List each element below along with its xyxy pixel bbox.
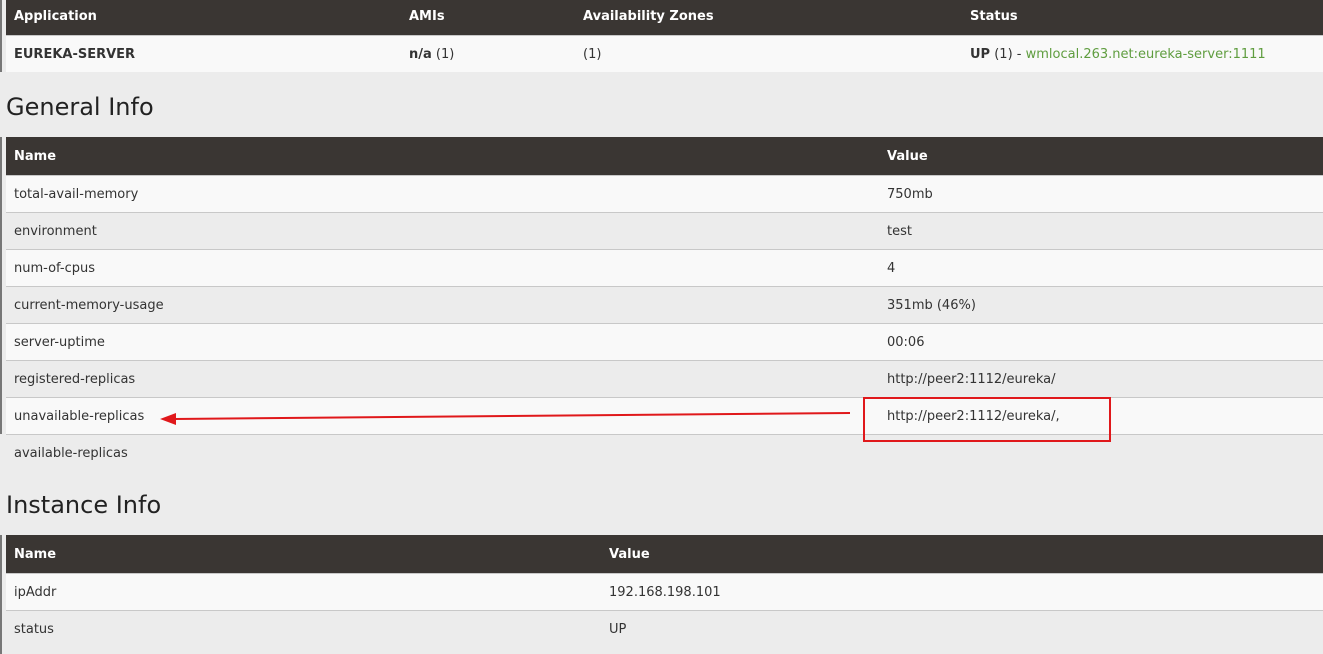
table-left-border [0,535,2,654]
row-name: num-of-cpus [6,249,879,287]
amis-cell: n/a (1) [401,35,575,72]
table-row: server-uptime 00:06 [6,323,1323,361]
row-value: test [879,212,1323,250]
instance-info-title: Instance Info [6,491,162,519]
table-row: available-replicas [6,434,1323,471]
table-row: total-avail-memory 750mb [6,175,1323,213]
row-value: http://peer2:1112/eureka/, [879,397,1323,435]
instance-link[interactable]: wmlocal.263.net:eureka-server:1111 [1026,47,1266,62]
table-row: registered-replicas http://peer2:1112/eur… [6,360,1323,398]
status-separator: - [1016,46,1022,62]
row-value [879,434,1323,471]
row-value: http://peer2:1112/eureka/ [879,360,1323,398]
column-header-value: Value [879,137,1323,176]
table-row: ipAddr 192.168.198.101 [6,573,1323,611]
table-left-border [0,0,2,72]
status-cell: UP (1) - wmlocal.263.net:eureka-server:1… [962,35,1323,72]
table-row: EUREKA-SERVER n/a (1) (1) UP (1) - wmloc… [6,35,1323,72]
row-name: available-replicas [6,434,879,471]
table-header-row: Name Value [6,137,1323,176]
row-value: 00:06 [879,323,1323,361]
row-value: 4 [879,249,1323,287]
row-name: ipAddr [6,573,601,611]
application-name: EUREKA-SERVER [6,35,401,72]
table-header-row: Application AMIs Availability Zones Stat… [6,0,1323,36]
row-name: status [6,610,601,647]
table-row: unavailable-replicas http://peer2:1112/eu… [6,397,1323,435]
table-row: num-of-cpus 4 [6,249,1323,287]
general-info-table: Name Value total-avail-memory 750mb envir… [6,137,1323,471]
status-count: (1) [994,46,1013,62]
row-name: current-memory-usage [6,286,879,324]
row-name: registered-replicas [6,360,879,398]
row-name: total-avail-memory [6,175,879,213]
table-row: current-memory-usage 351mb (46%) [6,286,1323,324]
table-row: environment test [6,212,1323,250]
column-header-application: Application [6,0,401,36]
table-row: status UP [6,610,1323,647]
amis-count: (1) [435,46,455,62]
column-header-amis: AMIs [401,0,575,36]
column-header-status: Status [962,0,1323,36]
row-value: UP [601,610,1323,647]
column-header-zones: Availability Zones [575,0,962,36]
row-value: 351mb (46%) [879,286,1323,324]
zones-cell: (1) [575,35,962,72]
table-header-row: Name Value [6,535,1323,574]
applications-table: Application AMIs Availability Zones Stat… [6,0,1323,72]
column-header-value: Value [601,535,1323,574]
amis-value: n/a [409,46,432,62]
row-name: environment [6,212,879,250]
row-name: unavailable-replicas [6,397,879,435]
row-name: server-uptime [6,323,879,361]
instance-info-table: Name Value ipAddr 192.168.198.101 status U… [6,535,1323,647]
status-value: UP [970,46,991,62]
column-header-name: Name [6,535,601,574]
row-value: 750mb [879,175,1323,213]
general-info-title: General Info [6,93,154,121]
column-header-name: Name [6,137,879,176]
row-value: 192.168.198.101 [601,573,1323,611]
table-left-border [0,137,2,434]
